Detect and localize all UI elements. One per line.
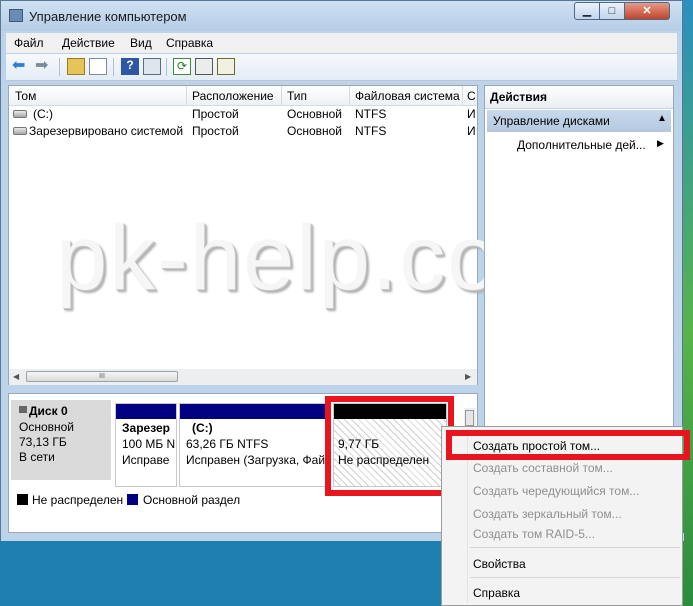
menu-item-help[interactable]: Справка bbox=[473, 586, 520, 600]
menu-item-create-raid5-volume[interactable]: Создать том RAID-5... bbox=[473, 527, 595, 541]
toolbar-separator bbox=[166, 58, 167, 76]
partition-bar bbox=[180, 404, 328, 419]
window-title: Управление компьютером bbox=[29, 9, 187, 24]
volume-fs: NTFS bbox=[355, 107, 387, 121]
partition-title: (C:) bbox=[192, 421, 213, 435]
properties-icon[interactable] bbox=[195, 58, 213, 75]
scroll-thumb[interactable]: III bbox=[26, 371, 178, 382]
disk-name: Диск 0 bbox=[29, 404, 68, 418]
volume-list-header: Том Расположение Тип Файловая система С bbox=[9, 86, 477, 106]
up-folder-icon[interactable] bbox=[67, 58, 85, 75]
legend-label: Основной раздел bbox=[143, 493, 241, 507]
collapse-arrow-icon[interactable]: ▲ bbox=[657, 113, 667, 124]
partition-reserved[interactable]: Зарезер 100 МБ N Исправе bbox=[115, 403, 177, 487]
actions-group-label: Управление дисками bbox=[493, 114, 610, 128]
maximize-button[interactable]: □ bbox=[599, 2, 625, 20]
actions-title: Действия bbox=[490, 90, 548, 104]
scroll-right-icon[interactable]: ▶ bbox=[465, 372, 471, 381]
menu-separator bbox=[470, 547, 680, 548]
column-status[interactable]: С bbox=[467, 89, 476, 103]
column-layout[interactable]: Расположение bbox=[192, 89, 274, 103]
menu-separator bbox=[470, 577, 680, 578]
close-button[interactable]: ✕ bbox=[624, 2, 670, 20]
drive-icon bbox=[13, 127, 27, 135]
submenu-arrow-icon: ▶ bbox=[657, 138, 664, 148]
partition-size: 100 МБ N bbox=[122, 437, 176, 451]
partition-size: 63,26 ГБ NTFS bbox=[186, 437, 269, 451]
volume-layout: Простой bbox=[192, 107, 239, 121]
column-type[interactable]: Тип bbox=[287, 89, 307, 103]
menu-help[interactable]: Справка bbox=[166, 36, 213, 50]
computer-management-icon bbox=[9, 9, 23, 22]
partition-state: Исправен (Загрузка, Фай bbox=[186, 453, 326, 467]
table-row[interactable]: Зарезервировано системой Простой Основно… bbox=[9, 123, 477, 140]
menu-bar: Файл Действие Вид Справка bbox=[6, 33, 677, 53]
column-volume[interactable]: Том bbox=[15, 89, 36, 103]
toolbar-separator bbox=[113, 58, 114, 76]
table-row[interactable]: (C:) Простой Основной NTFS И bbox=[9, 106, 477, 123]
partition-title: Зарезер bbox=[122, 421, 171, 435]
refresh-icon[interactable]: ⟳ bbox=[173, 58, 191, 75]
disk-type: Основной bbox=[19, 420, 75, 434]
forward-arrow-icon[interactable]: ➡ bbox=[35, 58, 53, 75]
legend-swatch-unallocated bbox=[17, 494, 28, 505]
action-pane-icon[interactable] bbox=[143, 58, 161, 75]
volume-name: Зарезервировано системой bbox=[29, 124, 184, 138]
volume-type: Основной bbox=[287, 107, 343, 121]
menu-file[interactable]: Файл bbox=[14, 36, 44, 50]
volume-status: И bbox=[467, 124, 476, 138]
menu-item-create-striped-volume[interactable]: Создать чередующийся том... bbox=[473, 484, 639, 498]
volume-type: Основной bbox=[287, 124, 343, 138]
toolbar: ⬅ ➡ ? ⟳ bbox=[6, 54, 677, 81]
column-divider[interactable] bbox=[462, 86, 463, 105]
legend-swatch-primary bbox=[127, 494, 138, 505]
column-divider[interactable] bbox=[186, 86, 187, 105]
volume-fs: NTFS bbox=[355, 124, 387, 138]
volume-status: И bbox=[467, 107, 476, 121]
actions-header: Действия bbox=[485, 86, 673, 109]
toolbar-separator bbox=[59, 58, 60, 76]
partition-c[interactable]: (C:) 63,26 ГБ NTFS Исправен (Загрузка, Ф… bbox=[179, 403, 329, 487]
menu-item-properties[interactable]: Свойства bbox=[473, 557, 526, 571]
horizontal-scrollbar[interactable]: ◀ III ▶ bbox=[9, 369, 477, 385]
minimize-button[interactable]: ▁ bbox=[574, 2, 600, 20]
scroll-left-icon[interactable]: ◀ bbox=[13, 372, 19, 381]
export-icon[interactable] bbox=[217, 58, 235, 75]
disk-size: 73,13 ГБ bbox=[19, 435, 67, 449]
scroll-thumb[interactable] bbox=[465, 410, 474, 426]
column-divider[interactable] bbox=[349, 86, 350, 105]
actions-group-disk-management[interactable]: Управление дисками ▲ bbox=[487, 110, 671, 132]
title-bar[interactable]: Управление компьютером ▁ □ ✕ bbox=[1, 1, 682, 31]
disk-0-label[interactable]: Диск 0 Основной 73,13 ГБ В сети bbox=[11, 400, 111, 480]
disk-status: В сети bbox=[19, 450, 55, 464]
highlight-frame-unallocated bbox=[325, 396, 454, 496]
menu-action[interactable]: Действие bbox=[62, 36, 115, 50]
drive-icon bbox=[13, 110, 27, 118]
menu-item-create-mirrored-volume[interactable]: Создать зеркальный том... bbox=[473, 507, 622, 521]
menu-item-create-spanned-volume[interactable]: Создать составной том... bbox=[473, 461, 613, 475]
column-divider[interactable] bbox=[281, 86, 282, 105]
partition-state: Исправе bbox=[122, 453, 170, 467]
legend-label: Не распределен bbox=[32, 493, 124, 507]
disk-icon bbox=[19, 406, 27, 413]
volume-name: (C:) bbox=[33, 107, 53, 121]
menu-view[interactable]: Вид bbox=[130, 36, 152, 50]
desktop-background bbox=[683, 0, 693, 606]
partition-bar bbox=[116, 404, 176, 419]
more-actions-item[interactable]: Дополнительные дей... bbox=[517, 138, 646, 152]
volume-layout: Простой bbox=[192, 124, 239, 138]
column-filesystem[interactable]: Файловая система bbox=[355, 89, 460, 103]
show-tree-icon[interactable] bbox=[89, 58, 107, 75]
highlight-frame-create-simple-volume bbox=[446, 430, 690, 460]
help-icon[interactable]: ? bbox=[121, 58, 139, 75]
back-arrow-icon[interactable]: ⬅ bbox=[12, 58, 30, 75]
